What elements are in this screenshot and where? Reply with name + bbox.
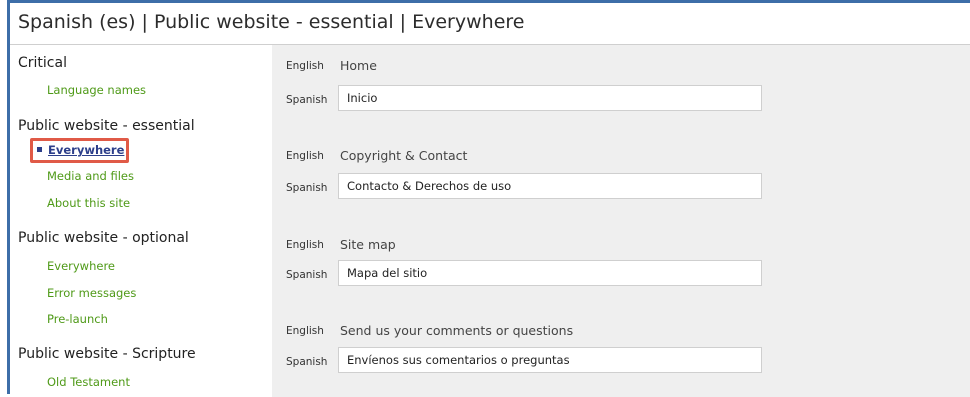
translation-window: Spanish (es) | Public website - essentia… bbox=[7, 0, 970, 397]
translation-panel: English Home Spanish English Copyright &… bbox=[272, 45, 970, 397]
sidebar: Critical Language names Public website -… bbox=[10, 45, 272, 397]
sidebar-heading-public-optional: Public website - optional bbox=[18, 230, 189, 246]
english-label: English bbox=[286, 150, 324, 162]
spanish-translation-input[interactable] bbox=[338, 85, 762, 111]
spanish-label: Spanish bbox=[286, 182, 328, 194]
spanish-label: Spanish bbox=[286, 94, 328, 106]
spanish-translation-input[interactable] bbox=[338, 260, 762, 286]
sidebar-item-about-this-site[interactable]: About this site bbox=[47, 196, 130, 210]
sidebar-item-pre-launch[interactable]: Pre-launch bbox=[47, 312, 108, 326]
header: Spanish (es) | Public website - essentia… bbox=[10, 3, 970, 45]
page-title: Spanish (es) | Public website - essentia… bbox=[18, 11, 525, 33]
sidebar-item-everywhere-optional[interactable]: Everywhere bbox=[47, 259, 115, 273]
english-string: Site map bbox=[340, 237, 396, 252]
sidebar-heading-public-essential: Public website - essential bbox=[18, 118, 195, 134]
sidebar-item-everywhere-essential[interactable]: Everywhere bbox=[37, 143, 124, 157]
english-string: Send us your comments or questions bbox=[340, 323, 574, 338]
english-string: Home bbox=[340, 58, 377, 73]
sidebar-item-label: Everywhere bbox=[48, 143, 125, 157]
sidebar-item-media-and-files[interactable]: Media and files bbox=[47, 169, 134, 183]
sidebar-heading-public-scripture: Public website - Scripture bbox=[18, 346, 196, 362]
english-label: English bbox=[286, 60, 324, 72]
sidebar-item-error-messages[interactable]: Error messages bbox=[47, 286, 136, 300]
english-string: Copyright & Contact bbox=[340, 148, 468, 163]
spanish-label: Spanish bbox=[286, 356, 328, 368]
spanish-translation-input[interactable] bbox=[338, 173, 762, 199]
sidebar-heading-critical: Critical bbox=[18, 55, 67, 71]
english-label: English bbox=[286, 239, 324, 251]
spanish-label: Spanish bbox=[286, 269, 328, 281]
spanish-translation-input[interactable] bbox=[338, 347, 762, 373]
english-label: English bbox=[286, 325, 324, 337]
sidebar-item-old-testament[interactable]: Old Testament bbox=[47, 375, 130, 389]
sidebar-item-language-names[interactable]: Language names bbox=[47, 83, 146, 97]
bullet-icon bbox=[37, 147, 42, 152]
